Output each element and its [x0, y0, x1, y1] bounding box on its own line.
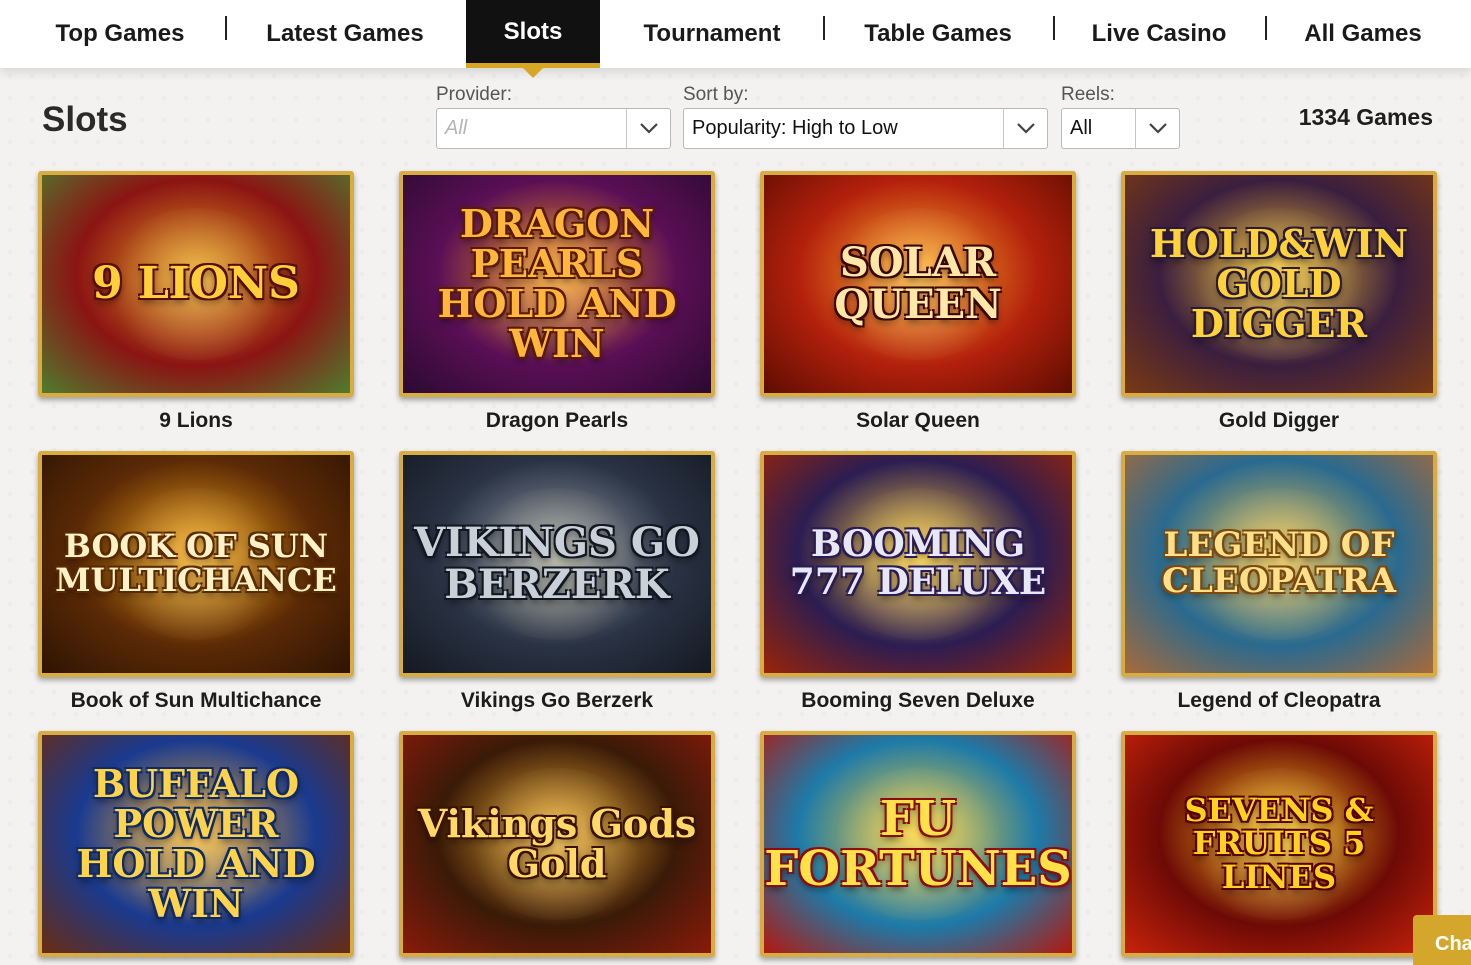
game-title[interactable]: Vikings Go Berzerk — [399, 689, 715, 713]
game-thumbnail[interactable]: 9 LIONS — [38, 171, 354, 397]
game-logo: HOLD&WIN GOLD DIGGER — [1149, 221, 1409, 346]
chevron-down-icon — [626, 109, 670, 148]
game-card[interactable]: 9 LIONS 9 Lions — [38, 171, 354, 433]
game-logo: BOOK OF SUN MULTICHANCE — [55, 527, 337, 599]
game-logo: Vikings Gods Gold — [417, 801, 697, 886]
game-logo: VIKINGS GO BERZERK — [414, 519, 700, 608]
provider-select-value: All — [445, 117, 468, 139]
nav-separator — [823, 16, 825, 40]
game-logo: FU FORTUNES — [764, 790, 1072, 897]
game-thumbnail[interactable]: SEVENS & FRUITS 5 LINES — [1121, 731, 1437, 957]
nav-separator — [1265, 16, 1267, 40]
nav-separator — [1053, 16, 1055, 40]
game-thumbnail[interactable]: VIKINGS GO BERZERK — [399, 451, 715, 677]
provider-label: Provider: — [436, 84, 513, 105]
game-title[interactable]: Booming Seven Deluxe — [760, 689, 1076, 713]
game-thumbnail[interactable]: LEGEND OF CLEOPATRA — [1121, 451, 1437, 677]
game-thumbnail[interactable]: BOOK OF SUN MULTICHANCE — [38, 451, 354, 677]
sort-select[interactable]: Popularity: High to Low — [683, 108, 1048, 149]
game-title[interactable]: Dragon Pearls — [399, 409, 715, 433]
tab-tournament[interactable]: Tournament — [620, 0, 804, 68]
game-card[interactable]: Vikings Gods Gold — [399, 731, 715, 957]
game-logo: SOLAR QUEEN — [834, 239, 1002, 328]
game-card[interactable]: SEVENS & FRUITS 5 LINES — [1121, 731, 1437, 957]
chevron-down-icon — [1135, 109, 1179, 148]
game-logo: SEVENS & FRUITS 5 LINES — [1184, 790, 1374, 896]
chevron-down-icon — [1003, 109, 1047, 148]
game-title[interactable]: Solar Queen — [760, 409, 1076, 433]
game-card[interactable]: BOOMING 777 DELUXE Booming Seven Deluxe — [760, 451, 1076, 713]
provider-select[interactable]: All — [436, 108, 671, 149]
game-title[interactable]: 9 Lions — [38, 409, 354, 433]
game-thumbnail[interactable]: SOLAR QUEEN — [760, 171, 1076, 397]
game-logo: BOOMING 777 DELUXE — [789, 523, 1047, 603]
game-card[interactable]: DRAGON PEARLS HOLD AND WIN Dragon Pearls — [399, 171, 715, 433]
tab-slots[interactable]: Slots — [466, 0, 600, 78]
game-thumbnail[interactable]: Vikings Gods Gold — [399, 731, 715, 957]
reels-label: Reels: — [1061, 84, 1115, 105]
game-logo: DRAGON PEARLS HOLD AND WIN — [437, 201, 677, 366]
tab-all-games[interactable]: All Games — [1285, 0, 1441, 68]
reels-select[interactable]: All — [1061, 108, 1180, 149]
game-thumbnail[interactable]: DRAGON PEARLS HOLD AND WIN — [399, 171, 715, 397]
tab-live-casino[interactable]: Live Casino — [1074, 0, 1244, 68]
game-card[interactable]: BUFFALO POWER HOLD AND WIN — [38, 731, 354, 957]
game-card[interactable]: HOLD&WIN GOLD DIGGER Gold Digger — [1121, 171, 1437, 433]
game-thumbnail[interactable]: BOOMING 777 DELUXE — [760, 451, 1076, 677]
tab-latest-games[interactable]: Latest Games — [245, 0, 445, 68]
game-title[interactable]: Gold Digger — [1121, 409, 1437, 433]
page-title: Slots — [42, 100, 128, 139]
game-thumbnail[interactable]: HOLD&WIN GOLD DIGGER — [1121, 171, 1437, 397]
game-title[interactable]: Book of Sun Multichance — [38, 689, 354, 713]
tab-table-games[interactable]: Table Games — [845, 0, 1031, 68]
game-card[interactable]: VIKINGS GO BERZERK Vikings Go Berzerk — [399, 451, 715, 713]
game-card[interactable]: SOLAR QUEEN Solar Queen — [760, 171, 1076, 433]
top-nav: Top Games Latest Games Slots Tournament … — [0, 0, 1471, 78]
game-thumbnail[interactable]: BUFFALO POWER HOLD AND WIN — [38, 731, 354, 957]
game-card[interactable]: LEGEND OF CLEOPATRA Legend of Cleopatra — [1121, 451, 1437, 713]
game-card[interactable]: BOOK OF SUN MULTICHANCE Book of Sun Multi… — [38, 451, 354, 713]
nav-separator — [225, 16, 227, 40]
sort-label: Sort by: — [683, 84, 749, 105]
game-logo: BUFFALO POWER HOLD AND WIN — [76, 761, 316, 926]
games-count: 1334 Games — [1298, 104, 1433, 130]
game-logo: 9 LIONS — [92, 257, 300, 309]
game-title[interactable]: Legend of Cleopatra — [1121, 689, 1437, 713]
chat-button[interactable]: Cha — [1413, 915, 1471, 965]
game-thumbnail[interactable]: FU FORTUNES — [760, 731, 1076, 957]
sort-select-value: Popularity: High to Low — [692, 117, 898, 139]
tab-top-games[interactable]: Top Games — [30, 0, 210, 68]
reels-select-value: All — [1070, 117, 1093, 139]
game-logo: LEGEND OF CLEOPATRA — [1161, 525, 1397, 601]
game-card[interactable]: FU FORTUNES — [760, 731, 1076, 957]
